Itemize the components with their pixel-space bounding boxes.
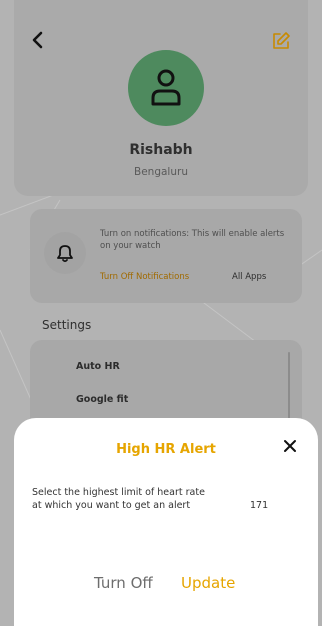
turn-off-button[interactable]: Turn Off (94, 574, 153, 592)
notification-message: Turn on notifications: This will enable … (100, 229, 285, 251)
avatar (128, 50, 204, 126)
pencil-square-icon (273, 32, 290, 49)
chevron-left-icon (32, 31, 43, 49)
hr-limit-value[interactable]: 171 (250, 500, 268, 511)
back-button[interactable] (30, 30, 46, 50)
sheet-title: High HR Alert (116, 442, 216, 457)
settings-scrollbar[interactable] (288, 352, 290, 422)
profile-name: Rishabh (129, 142, 193, 158)
edit-profile-button[interactable] (270, 30, 292, 52)
profile-city: Bengaluru (134, 166, 188, 178)
update-button[interactable]: Update (181, 574, 235, 592)
alert-description: Select the highest limit of heart rate a… (32, 487, 205, 511)
settings-title: Settings (42, 318, 92, 332)
user-icon (151, 69, 181, 106)
bell-icon (57, 245, 73, 263)
high-hr-alert-sheet: High HR Alert Select the highest limit o… (14, 418, 318, 626)
turn-off-notifications-link[interactable]: Turn Off Notifications (100, 272, 189, 282)
settings-item-google-fit[interactable]: Google fit (76, 394, 128, 405)
settings-item-auto-hr[interactable]: Auto HR (76, 361, 120, 372)
close-button[interactable] (282, 438, 298, 454)
all-apps-link[interactable]: All Apps (232, 272, 266, 282)
bell-icon-container (44, 232, 86, 274)
close-icon (284, 440, 296, 452)
